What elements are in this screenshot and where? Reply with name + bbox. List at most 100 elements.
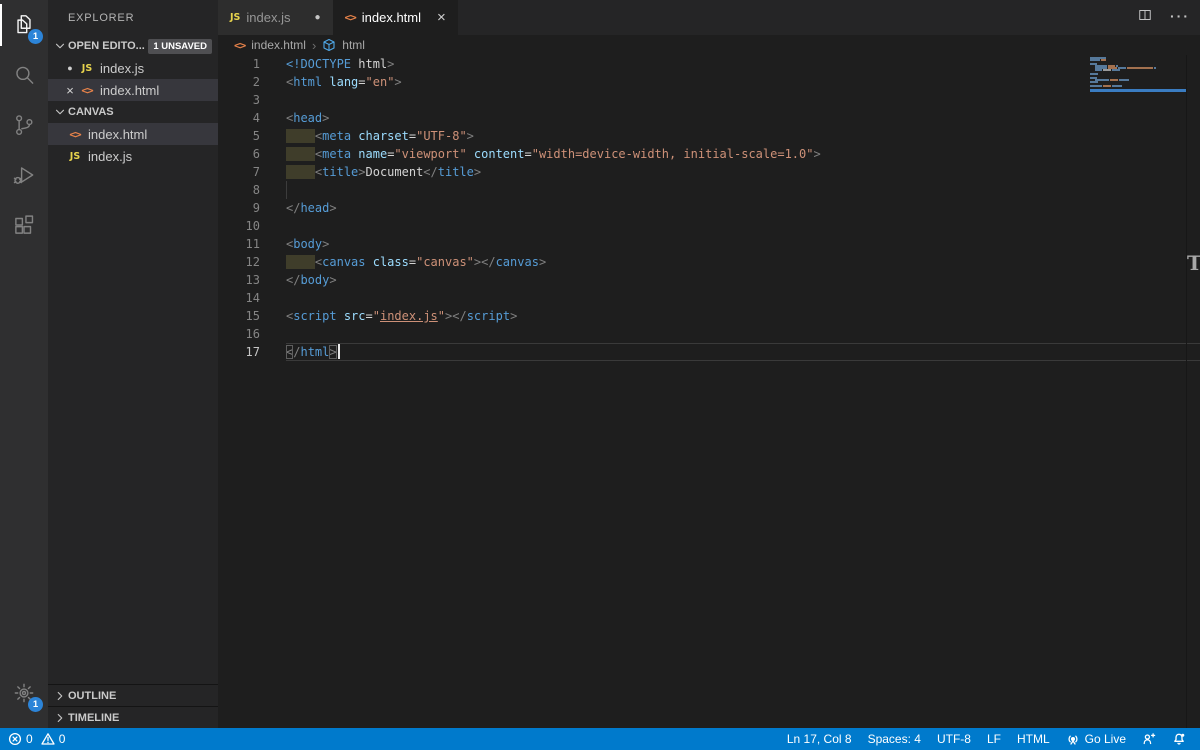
tab-index.js[interactable]: JS index.js ●	[218, 0, 333, 35]
scrollbar[interactable]: T	[1186, 55, 1200, 728]
code-line-content[interactable]	[286, 289, 1200, 307]
line-number: 17	[245, 345, 260, 359]
folder-section-header[interactable]: CANVAS	[48, 101, 218, 123]
code-line-17: 17 </html>	[218, 343, 1200, 361]
breadcrumb-symbol[interactable]: html	[342, 38, 365, 52]
status-bar: 0 0 Ln 17, Col 8 Spaces: 4 UTF-8 LF HTML Go L…	[0, 728, 1200, 750]
code-line-content[interactable]	[286, 217, 1200, 235]
code-line-12: 12 <canvas class="canvas"></canvas>	[218, 253, 1200, 271]
code-line-content[interactable]: <title>Document</title>	[286, 163, 1200, 181]
line-number: 15	[245, 309, 260, 323]
file-item[interactable]: <> index.html	[48, 123, 218, 145]
open-editor-item[interactable]: ● JS index.js	[48, 57, 218, 79]
more-actions-button[interactable]: ···	[1170, 8, 1190, 28]
search-icon	[11, 62, 37, 88]
code-line-content[interactable]	[286, 91, 1200, 109]
status-cursor-position[interactable]: Ln 17, Col 8	[779, 728, 860, 750]
js-file-icon: JS	[81, 62, 93, 74]
status-notifications[interactable]	[1164, 728, 1194, 750]
status-go-live[interactable]: Go Live	[1058, 728, 1134, 750]
code-line-content[interactable]: <body>	[286, 235, 1200, 253]
code-line-content[interactable]	[286, 325, 1200, 343]
breadcrumb-file[interactable]: index.html	[251, 38, 306, 52]
code-editor[interactable]: 1 <!DOCTYPE html> 2 <html lang="en"> 3 4 <head…	[218, 55, 1200, 728]
code-line-16: 16	[218, 325, 1200, 343]
error-icon	[8, 732, 22, 746]
code-line-content[interactable]: <html lang="en">	[286, 73, 1200, 91]
status-encoding[interactable]: UTF-8	[929, 728, 979, 750]
code-token: =	[408, 255, 417, 269]
code-line-content[interactable]: </html>	[286, 343, 1200, 361]
code-token: >	[322, 237, 330, 251]
activity-settings-button[interactable]: 1	[0, 668, 48, 718]
minimap-segment	[1154, 67, 1156, 69]
feedback-icon	[1142, 732, 1156, 746]
activity-search-button[interactable]	[0, 50, 48, 100]
line-number: 4	[252, 111, 260, 125]
code-token: </	[423, 165, 438, 179]
close-icon[interactable]: ×	[437, 10, 446, 25]
tab-bar: JS index.js ● <> index.html × ···	[218, 0, 1200, 35]
file-item[interactable]: JS index.js	[48, 145, 218, 167]
breadcrumb-separator: ›	[311, 37, 317, 53]
code-line-content[interactable]	[286, 181, 1200, 199]
section-timeline[interactable]: TIMELINE	[48, 706, 218, 728]
line-number: 12	[245, 255, 260, 269]
code-token: content	[473, 147, 525, 161]
code-line-content[interactable]: <!DOCTYPE html>	[286, 55, 1200, 73]
close-icon[interactable]: ×	[62, 83, 78, 98]
code-line-content[interactable]: </head>	[286, 199, 1200, 217]
code-line-content[interactable]: <head>	[286, 109, 1200, 127]
html-file-icon: <>	[81, 83, 93, 97]
code-line-content[interactable]: <meta name="viewport" content="width=dev…	[286, 145, 1200, 163]
code-token: meta	[322, 147, 352, 161]
status-feedback[interactable]	[1134, 728, 1164, 750]
activity-badge: 1	[28, 697, 43, 712]
code-token: >	[329, 345, 337, 359]
code-token: canvas	[495, 255, 539, 269]
code-lines: 1 <!DOCTYPE html> 2 <html lang="en"> 3 4 <head…	[218, 55, 1200, 361]
extensions-icon	[11, 212, 37, 238]
minimap-segment	[1103, 85, 1111, 87]
code-token: >	[329, 201, 337, 215]
code-line-content[interactable]: <canvas class="canvas"></canvas>	[286, 253, 1200, 271]
status-language-mode[interactable]: HTML	[1009, 728, 1058, 750]
code-line-content[interactable]: <meta charset="UTF-8">	[286, 127, 1200, 145]
activity-explorer-button[interactable]: 1	[0, 0, 48, 50]
text-cursor	[337, 344, 340, 359]
open-editor-item[interactable]: × <> index.html	[48, 79, 218, 101]
sidebar-bottom-sections: OUTLINE TIMELINE	[48, 684, 218, 728]
file-name: index.html	[100, 82, 160, 98]
code-token: canvas	[322, 255, 366, 269]
open-editors-header[interactable]: OPEN EDITO... 1 UNSAVED	[48, 35, 218, 57]
status-indentation[interactable]: Spaces: 4	[860, 728, 929, 750]
minimap-segment	[1103, 69, 1111, 71]
split-editor-button[interactable]	[1136, 6, 1154, 29]
code-line-content[interactable]: <script src="index.js"></script>	[286, 307, 1200, 325]
status-bar-right: Ln 17, Col 8 Spaces: 4 UTF-8 LF HTML Go Live	[779, 728, 1200, 750]
line-number: 6	[252, 147, 260, 161]
tab-actions: ···	[1136, 0, 1190, 35]
status-eol[interactable]: LF	[979, 728, 1009, 750]
problems-status[interactable]: 0 0	[0, 728, 73, 750]
modified-dot-icon: ●	[314, 12, 321, 23]
activity-extensions-button[interactable]	[0, 200, 48, 250]
code-token: "viewport"	[394, 147, 467, 161]
minimap-segment	[1112, 85, 1122, 87]
code-line-13: 13 </body>	[218, 271, 1200, 289]
section-outline[interactable]: OUTLINE	[48, 684, 218, 706]
code-token: </	[452, 309, 467, 323]
activity-run-debug-button[interactable]	[0, 150, 48, 200]
code-token: html	[351, 57, 388, 71]
minimap[interactable]	[1090, 57, 1186, 91]
code-token: Document	[365, 165, 424, 179]
code-token: script	[466, 309, 511, 323]
line-number: 5	[252, 129, 260, 143]
code-token: body	[300, 273, 330, 287]
activity-source-control-button[interactable]	[0, 100, 48, 150]
code-line-content[interactable]: </body>	[286, 271, 1200, 289]
code-token: >	[510, 309, 518, 323]
tab-index.html[interactable]: <> index.html ×	[332, 0, 458, 35]
code-token: class	[372, 255, 409, 269]
